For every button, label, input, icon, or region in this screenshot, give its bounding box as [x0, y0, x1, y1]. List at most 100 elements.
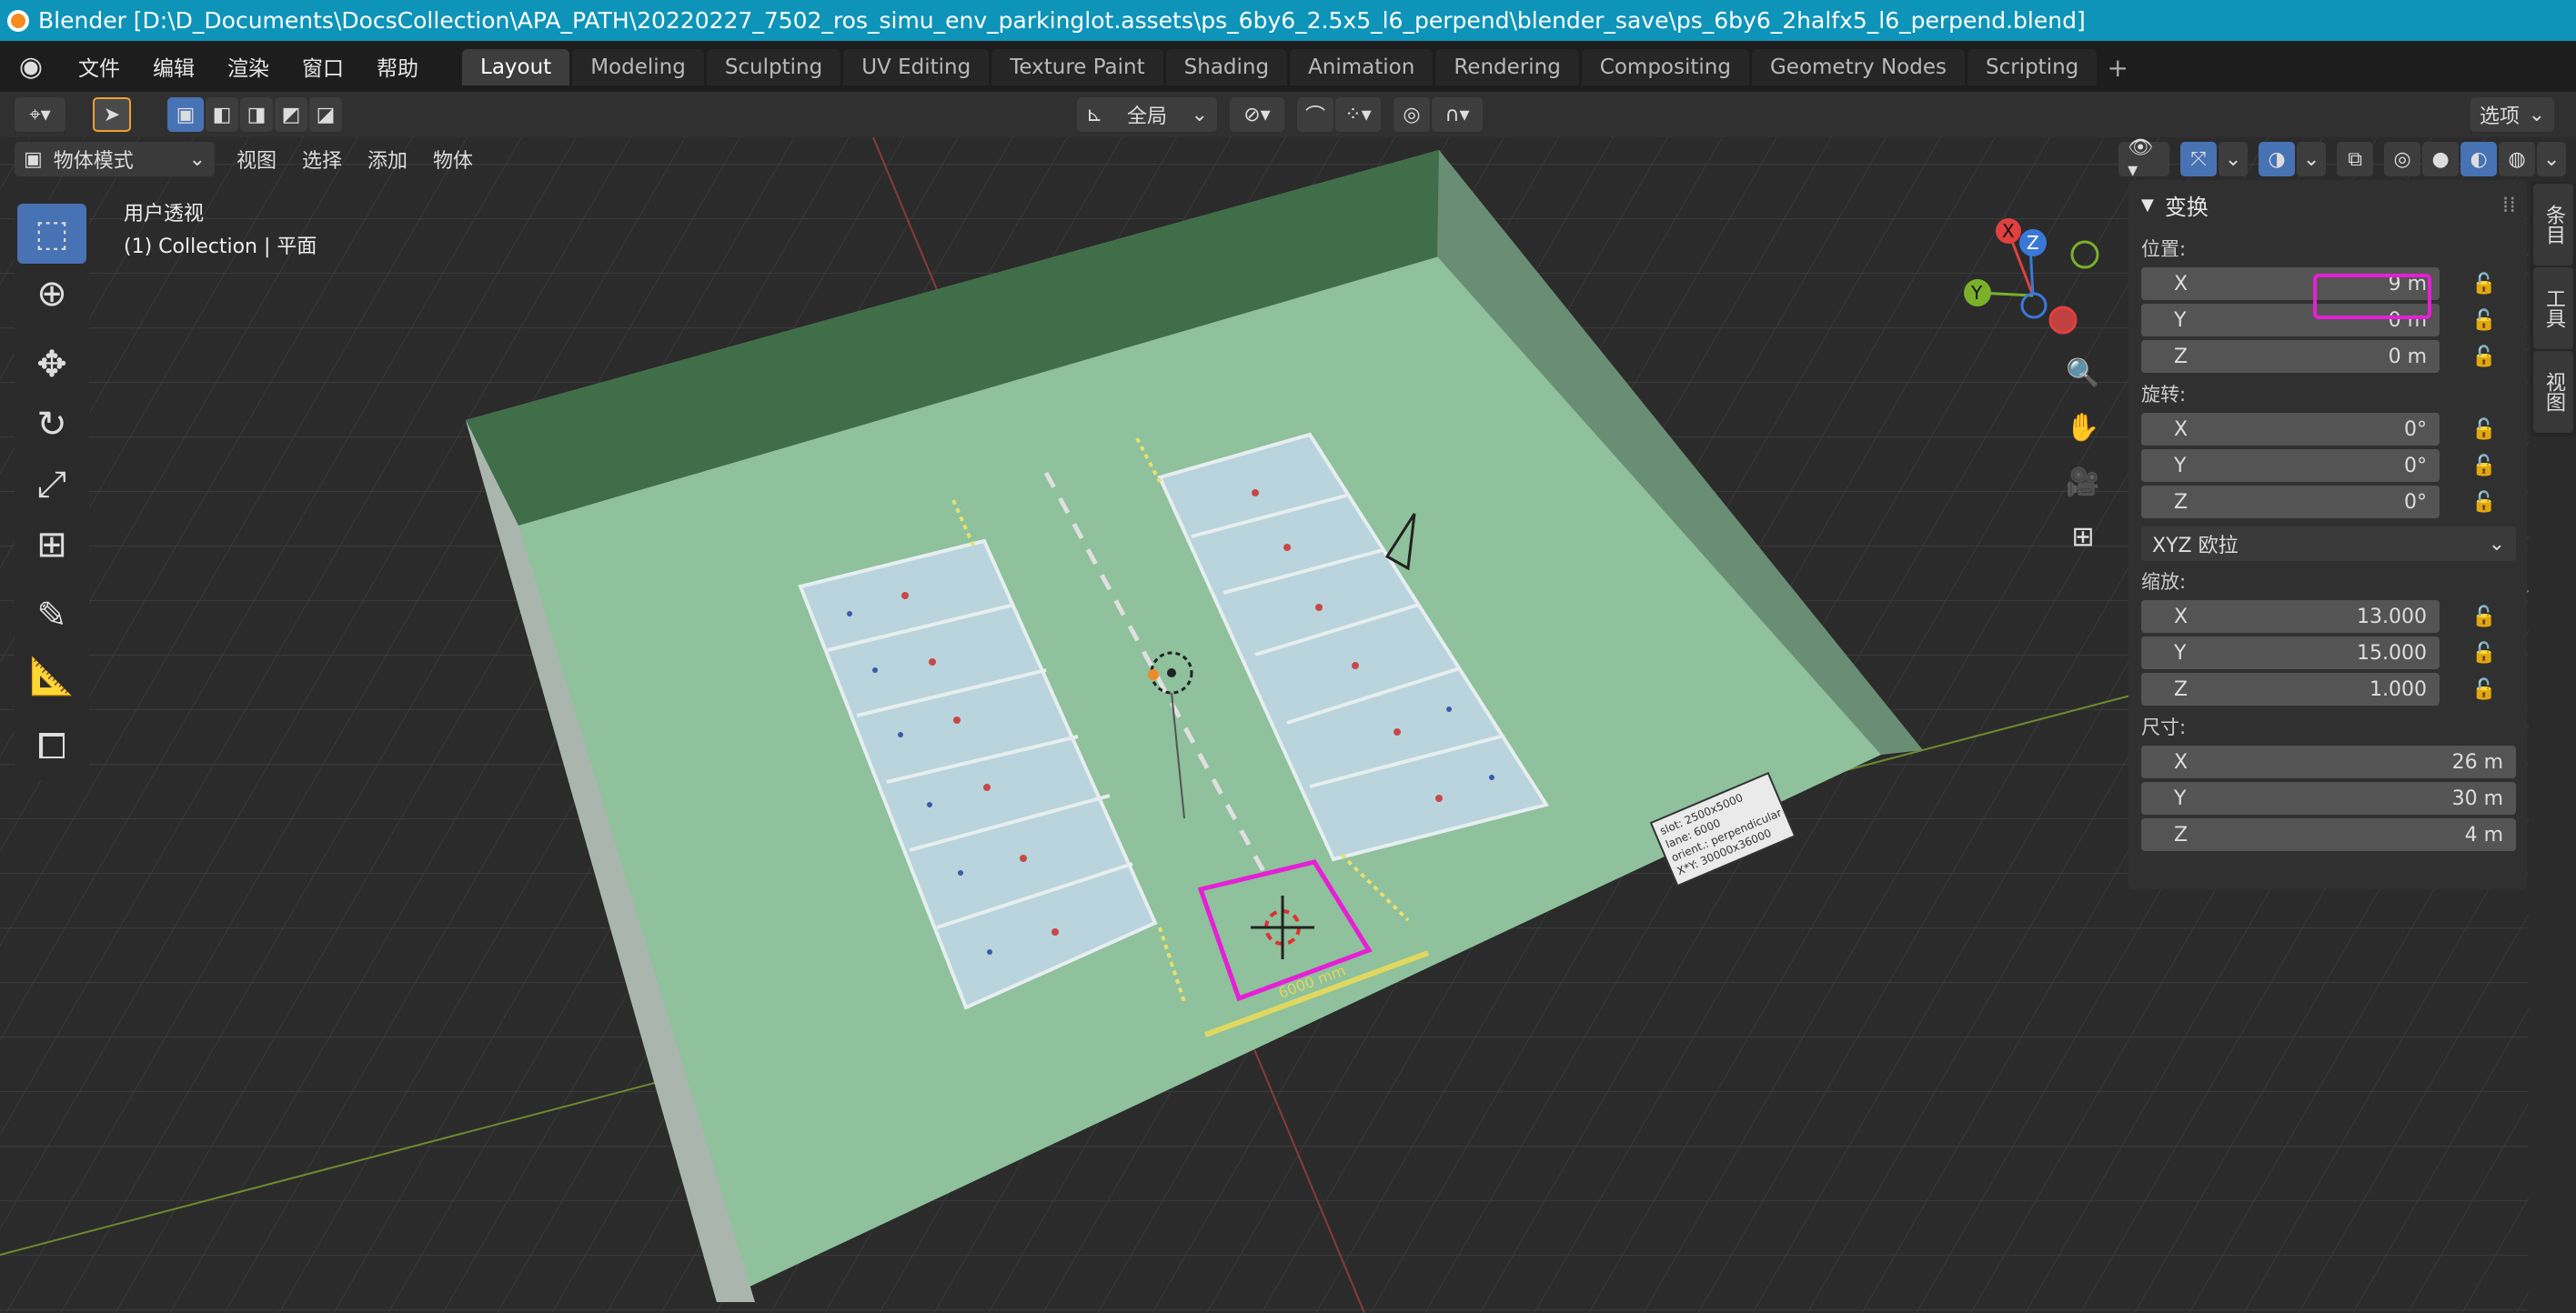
- proportional-edit-icon[interactable]: ◎: [1394, 97, 1430, 132]
- camera-view-icon[interactable]: 🎥: [2061, 460, 2105, 504]
- gizmo-neg-z: [2020, 292, 2048, 319]
- lock-icon[interactable]: 🔓: [2470, 603, 2498, 630]
- rotate-tool-icon[interactable]: ↻: [17, 395, 86, 455]
- scale-tool-icon[interactable]: ⤢: [17, 455, 86, 515]
- falloff-icon[interactable]: ∩▾: [1432, 97, 1483, 132]
- tab-view[interactable]: 视图: [2533, 351, 2573, 433]
- drag-handle-icon[interactable]: ⁞⁞: [2502, 192, 2516, 217]
- pivot-point-icon[interactable]: ⊘▾: [1230, 97, 1284, 132]
- dimensions-y-field[interactable]: Y 30 m: [2141, 782, 2516, 815]
- field-value: 13.000: [2357, 605, 2427, 628]
- menu-edit[interactable]: 编辑: [136, 51, 211, 82]
- menu-render[interactable]: 渲染: [211, 51, 286, 82]
- snap-target-icon[interactable]: ⁘▾: [1335, 97, 1381, 132]
- dimensions-z-field[interactable]: Z 4 m: [2141, 818, 2516, 851]
- workspace-tabs: Layout Modeling Sculpting UV Editing Tex…: [462, 47, 2136, 85]
- ortho-toggle-icon[interactable]: ⊞: [2061, 515, 2105, 558]
- select-box-tool-icon[interactable]: ⬚: [17, 204, 86, 264]
- axis-label: Y: [2174, 308, 2187, 332]
- axis-label: Z: [2174, 823, 2189, 847]
- mode-dropdown[interactable]: ▣ 物体模式 ⌄: [15, 142, 215, 176]
- tab-geometry-nodes[interactable]: Geometry Nodes: [1751, 49, 1965, 85]
- move-tool-icon[interactable]: ✥: [17, 335, 86, 395]
- tab-item[interactable]: 条目: [2533, 184, 2573, 266]
- gizmo-neg-y: [2070, 240, 2099, 269]
- tab-texture-paint[interactable]: Texture Paint: [991, 49, 1163, 85]
- tab-shading[interactable]: Shading: [1165, 49, 1288, 85]
- overlay-menu-icon[interactable]: ⌄: [2297, 142, 2327, 176]
- snap-toggle-icon[interactable]: ⌒: [1297, 97, 1333, 132]
- measure-tool-icon[interactable]: 📐: [17, 646, 86, 706]
- lock-icon[interactable]: 🔓: [2470, 452, 2498, 479]
- add-cube-tool-icon[interactable]: ⧠: [17, 717, 86, 777]
- select-mode-intersect-icon[interactable]: ◪: [309, 97, 342, 132]
- rotation-mode-dropdown[interactable]: XYZ 欧拉 ⌄: [2141, 526, 2516, 561]
- tab-animation[interactable]: Animation: [1290, 49, 1434, 85]
- collection-info: (1) Collection | 平面: [124, 236, 317, 258]
- tab-modeling[interactable]: Modeling: [572, 49, 704, 85]
- scale-x-field[interactable]: X 13.000: [2141, 600, 2440, 633]
- transform-pivot-icon[interactable]: ⌖▾: [15, 97, 65, 132]
- sidebar-tabs: 条目 工具 视图: [2531, 182, 2576, 436]
- scale-z-field[interactable]: Z 1.000: [2141, 673, 2440, 706]
- tab-scripting[interactable]: Scripting: [1967, 49, 2098, 85]
- lock-icon[interactable]: 🔓: [2470, 676, 2498, 703]
- lock-icon[interactable]: 🔓: [2470, 416, 2498, 443]
- gizmo-menu-icon[interactable]: ⌄: [2219, 142, 2249, 176]
- tab-sculpting[interactable]: Sculpting: [706, 49, 841, 85]
- shading-material-icon[interactable]: ◐: [2460, 142, 2498, 176]
- tab-uv-editing[interactable]: UV Editing: [843, 49, 990, 85]
- annotate-tool-icon[interactable]: ✎: [17, 586, 86, 646]
- viewport-header: ▣ 物体模式 ⌄ 视图 选择 添加 物体 👁▾ ⤧ ⌄ ◑ ⌄ ⧉ ◎ ● ◐ …: [0, 136, 2576, 182]
- menu-window[interactable]: 窗口: [286, 51, 360, 82]
- rotation-y-field[interactable]: Y 0°: [2141, 449, 2440, 482]
- tab-rendering[interactable]: Rendering: [1435, 49, 1579, 85]
- select-mode-invert-icon[interactable]: ◩: [275, 97, 307, 132]
- select-mode-subtract-icon[interactable]: ◨: [240, 97, 273, 132]
- menu-select[interactable]: 选择: [289, 145, 355, 174]
- tab-compositing[interactable]: Compositing: [1581, 49, 1749, 85]
- lock-icon[interactable]: 🔓: [2470, 270, 2498, 297]
- overlay-toggle-icon[interactable]: ◑: [2259, 142, 2296, 176]
- gizmo-toggle-icon[interactable]: ⤧: [2180, 142, 2218, 176]
- menu-help[interactable]: 帮助: [360, 51, 435, 82]
- menu-file[interactable]: 文件: [62, 51, 136, 82]
- scale-y-field[interactable]: Y 15.000: [2141, 636, 2440, 669]
- shading-rendered-icon[interactable]: ◍: [2499, 142, 2536, 176]
- navigation-gizmo[interactable]: X Z Y: [1956, 209, 2147, 364]
- orientation-label: 全局: [1126, 105, 1167, 128]
- shading-wireframe-icon[interactable]: ◎: [2384, 142, 2421, 176]
- select-mode-extend-icon[interactable]: ◧: [206, 97, 238, 132]
- lock-icon[interactable]: 🔓: [2470, 306, 2498, 334]
- options-dropdown[interactable]: 选项 ⌄: [2470, 97, 2554, 132]
- blender-menu-icon[interactable]: ◉: [13, 48, 49, 85]
- pan-hand-icon[interactable]: ✋: [2061, 406, 2105, 449]
- dimensions-x-field[interactable]: X 26 m: [2141, 746, 2516, 778]
- orientation-dropdown[interactable]: ⊾ 全局 ⌄: [1077, 97, 1217, 132]
- tab-layout[interactable]: Layout: [462, 49, 570, 85]
- lock-icon[interactable]: 🔓: [2470, 488, 2498, 516]
- lock-icon[interactable]: 🔓: [2470, 343, 2498, 370]
- menu-object[interactable]: 物体: [420, 145, 486, 174]
- location-z-field[interactable]: Z 0 m: [2141, 340, 2440, 373]
- visibility-icon[interactable]: 👁▾: [2118, 136, 2170, 182]
- lock-icon[interactable]: 🔓: [2470, 639, 2498, 667]
- menu-view[interactable]: 视图: [224, 145, 289, 174]
- transform-tool-icon[interactable]: ⊞: [17, 515, 86, 575]
- cursor-tool-icon[interactable]: ⊕: [17, 264, 86, 324]
- menu-add[interactable]: 添加: [355, 145, 420, 174]
- transform-header[interactable]: ▼ 变换 ⁞⁞: [2128, 180, 2527, 229]
- zoom-icon[interactable]: 🔍: [2061, 351, 2105, 395]
- rotation-z-field[interactable]: Z 0°: [2141, 486, 2440, 518]
- add-workspace-button[interactable]: +: [2099, 49, 2136, 85]
- chevron-down-icon: ⌄: [2488, 532, 2505, 556]
- select-tool-icon[interactable]: ➤: [93, 97, 131, 132]
- rotation-x-field[interactable]: X 0°: [2141, 413, 2440, 446]
- tab-tool[interactable]: 工具: [2533, 267, 2573, 349]
- shading-menu-icon[interactable]: ⌄: [2537, 142, 2567, 176]
- transform-title: 变换: [2164, 194, 2209, 220]
- rotation-z-row: Z 0° 🔓: [2128, 484, 2527, 520]
- xray-icon[interactable]: ⧉: [2337, 142, 2374, 176]
- select-mode-new-icon[interactable]: ▣: [167, 97, 204, 132]
- shading-solid-icon[interactable]: ●: [2422, 142, 2460, 176]
